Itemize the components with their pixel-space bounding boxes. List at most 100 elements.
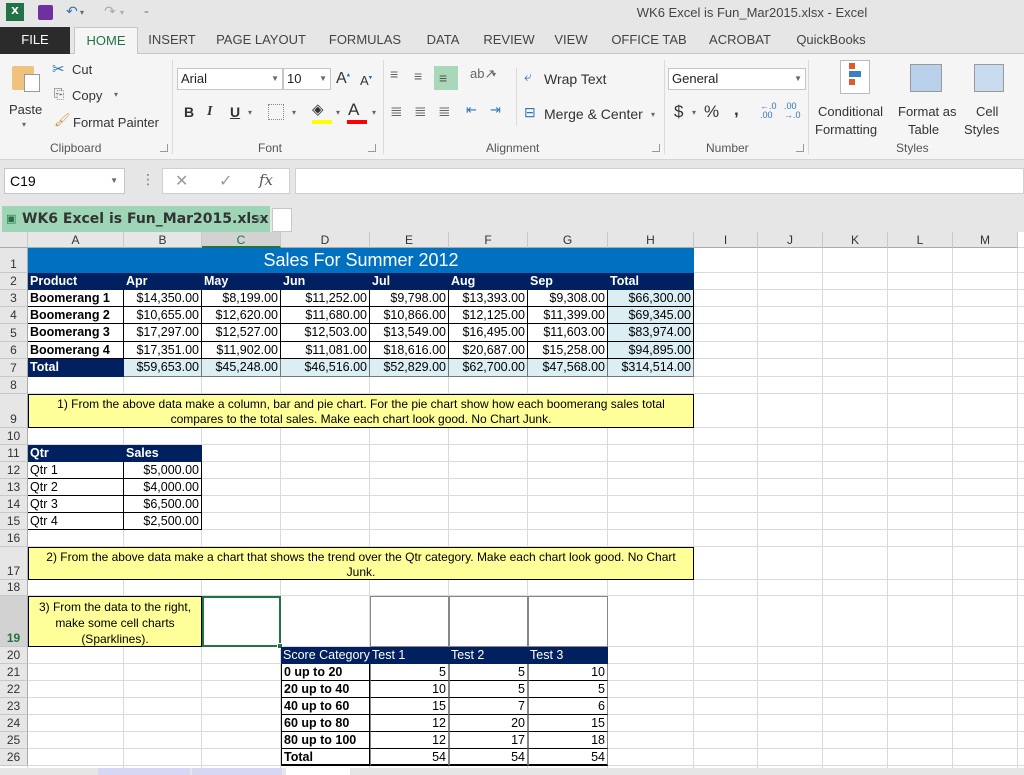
qtr-sales-cell[interactable]: $4,000.00	[124, 479, 202, 496]
tab-insert[interactable]: INSERT	[142, 27, 202, 54]
font-color-icon[interactable]: A	[348, 100, 359, 120]
number-launcher-icon[interactable]	[796, 144, 804, 152]
font-name-combo[interactable]: Arial ▼	[177, 68, 283, 90]
orientation-dropdown-icon[interactable]: ▾	[492, 70, 496, 79]
tab-data[interactable]: DATA	[418, 27, 468, 54]
format-as-table-button[interactable]: Format as Table	[896, 58, 962, 137]
sparkline-cell[interactable]	[528, 596, 608, 647]
row-header-9[interactable]: 9	[0, 394, 28, 428]
score-value-cell[interactable]: 54	[528, 749, 608, 766]
row-header-8[interactable]: 8	[0, 377, 28, 394]
product-name-cell[interactable]: Boomerang 2	[28, 307, 124, 324]
row-header-10[interactable]: 10	[0, 428, 28, 445]
middle-align-icon[interactable]: ≡	[414, 68, 422, 84]
sales-value-cell[interactable]: $12,125.00	[449, 307, 528, 324]
align-center-icon[interactable]: ≣	[414, 102, 427, 120]
sales-value-cell[interactable]: $20,687.00	[449, 342, 528, 359]
document-tab[interactable]: ▣ WK6 Excel is Fun_Mar2015.xlsx * ×	[2, 206, 270, 253]
sales-value-cell[interactable]: $12,503.00	[281, 324, 370, 342]
cut-button[interactable]: Cut	[72, 62, 92, 77]
row-header-19[interactable]: 19	[0, 596, 28, 647]
sales-value-cell[interactable]: $11,603.00	[528, 324, 608, 342]
sales-value-cell[interactable]: $9,308.00	[528, 290, 608, 307]
borders-dropdown-icon[interactable]: ▾	[292, 108, 296, 117]
sales-value-cell[interactable]: $11,680.00	[281, 307, 370, 324]
score-value-cell[interactable]: 20	[449, 715, 528, 732]
column-header-d[interactable]: D	[281, 232, 370, 248]
row-header-16[interactable]: 16	[0, 530, 28, 547]
total-value-cell[interactable]: $62,700.00	[449, 359, 528, 377]
merge-center-button[interactable]: Merge & Center	[544, 106, 643, 122]
instruction-note-3[interactable]: 3) From the data to the right, make some…	[28, 596, 202, 647]
row-header-18[interactable]: 18	[0, 580, 28, 596]
align-right-icon[interactable]: ≣	[438, 102, 451, 120]
total-value-cell[interactable]: $46,516.00	[281, 359, 370, 377]
qtr-header-cell[interactable]: Qtr	[28, 445, 124, 462]
score-category-cell[interactable]: Total	[281, 749, 370, 766]
column-header-m[interactable]: M	[953, 232, 1018, 248]
sales-value-cell[interactable]: $17,297.00	[124, 324, 202, 342]
qtr-label-cell[interactable]: Qtr 2	[28, 479, 124, 496]
borders-icon[interactable]	[268, 104, 284, 120]
total-value-cell[interactable]: $45,248.00	[202, 359, 281, 377]
comma-button[interactable]: ,	[734, 100, 739, 120]
cell-styles-button[interactable]: Cell Styles	[962, 58, 1018, 137]
paste-button[interactable]: Paste ▾	[6, 58, 44, 134]
qtr-header-cell[interactable]: Sales	[124, 445, 202, 462]
sheet-tab[interactable]	[98, 768, 190, 775]
score-value-cell[interactable]: 5	[528, 681, 608, 698]
row-header-21[interactable]: 21	[0, 664, 28, 681]
product-name-cell[interactable]: Boomerang 1	[28, 290, 124, 307]
tab-review[interactable]: REVIEW	[478, 27, 540, 54]
column-header-h[interactable]: H	[608, 232, 694, 248]
instruction-note-2[interactable]: 2) From the above data make a chart that…	[28, 547, 694, 580]
italic-button[interactable]: I	[207, 104, 212, 120]
select-all-corner[interactable]	[0, 232, 28, 248]
score-value-cell[interactable]: 12	[370, 715, 449, 732]
decrease-font-size-icon[interactable]: A▾	[360, 73, 372, 88]
column-header-a[interactable]: A	[28, 232, 124, 248]
instruction-note-1[interactable]: 1) From the above data make a column, ba…	[28, 394, 694, 428]
total-value-cell[interactable]: $47,568.00	[528, 359, 608, 377]
tab-view[interactable]: VIEW	[548, 27, 594, 54]
qtr-sales-cell[interactable]: $5,000.00	[124, 462, 202, 479]
score-header-cell[interactable]: Test 3	[528, 647, 608, 664]
sales-value-cell[interactable]: $9,798.00	[370, 290, 449, 307]
tab-office-tab[interactable]: OFFICE TAB	[604, 27, 694, 54]
tab-home[interactable]: HOME	[74, 27, 138, 55]
total-label-cell[interactable]: Total	[28, 359, 124, 377]
sales-value-cell[interactable]: $69,345.00	[608, 307, 694, 324]
clipboard-launcher-icon[interactable]	[160, 144, 168, 152]
enter-icon[interactable]: ✓	[219, 171, 232, 190]
sales-value-cell[interactable]: $17,351.00	[124, 342, 202, 359]
row-header-20[interactable]: 20	[0, 647, 28, 664]
score-value-cell[interactable]: 15	[528, 715, 608, 732]
selected-cell-c19[interactable]	[202, 596, 281, 647]
bold-button[interactable]: B	[184, 104, 194, 120]
row-header-25[interactable]: 25	[0, 732, 28, 749]
sales-value-cell[interactable]: $13,393.00	[449, 290, 528, 307]
row-header-3[interactable]: 3	[0, 290, 28, 307]
score-value-cell[interactable]: 6	[528, 698, 608, 715]
fill-color-icon[interactable]: ◈	[312, 100, 324, 118]
product-name-cell[interactable]: Boomerang 4	[28, 342, 124, 359]
total-value-cell[interactable]: $52,829.00	[370, 359, 449, 377]
fill-color-dropdown-icon[interactable]: ▾	[336, 108, 340, 117]
number-format-combo[interactable]: General ▼	[668, 68, 806, 90]
decrease-indent-icon[interactable]: ⇤	[466, 102, 477, 118]
column-header-g[interactable]: G	[528, 232, 608, 248]
sheet-tab-active[interactable]	[286, 768, 350, 775]
name-box[interactable]: C19 ▼	[4, 168, 125, 194]
font-launcher-icon[interactable]	[368, 144, 376, 152]
sales-value-cell[interactable]: $13,549.00	[370, 324, 449, 342]
increase-font-size-icon[interactable]: A▴	[336, 70, 350, 88]
score-category-cell[interactable]: 80 up to 100	[281, 732, 370, 749]
column-header-i[interactable]: I	[694, 232, 758, 248]
font-size-combo[interactable]: 10 ▼	[283, 68, 331, 90]
new-tab-button[interactable]	[272, 208, 292, 232]
sales-value-cell[interactable]: $66,300.00	[608, 290, 694, 307]
score-value-cell[interactable]: 17	[449, 732, 528, 749]
sales-value-cell[interactable]: $94,895.00	[608, 342, 694, 359]
sparkline-cell[interactable]	[370, 596, 449, 647]
sales-table-title[interactable]: Sales For Summer 2012	[28, 248, 694, 273]
